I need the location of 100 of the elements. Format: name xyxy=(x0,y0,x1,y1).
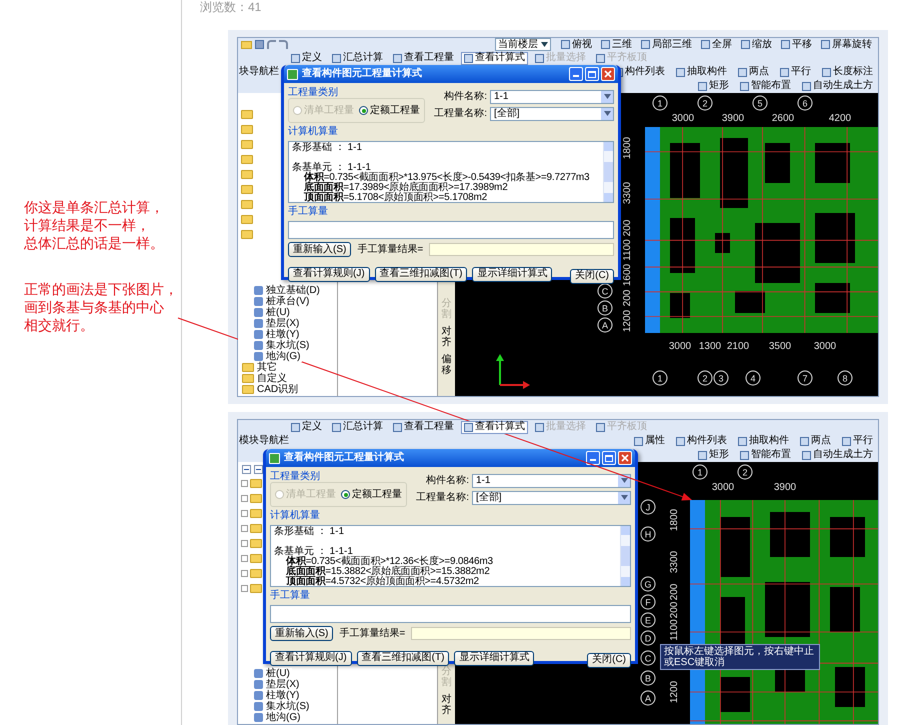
toolbar-button[interactable]: 矩形 xyxy=(695,80,732,92)
expand-icon[interactable] xyxy=(241,495,248,502)
toolbar-button[interactable]: 屏幕旋转 xyxy=(818,38,875,51)
expand-icon[interactable] xyxy=(241,540,248,547)
collapse-all-icon[interactable] xyxy=(254,464,263,474)
manual-input-field[interactable] xyxy=(270,605,631,623)
save-icon[interactable] xyxy=(255,40,264,49)
folder-icon xyxy=(241,140,253,149)
toolbar-button[interactable]: 长度标注 xyxy=(819,66,876,78)
toolbar-button[interactable]: 查看工程量 xyxy=(390,420,457,434)
formula-text-area[interactable]: 条形基础 ： 1-1 条基单元 ： 1-1-1 体积=0.735<截面面积>*12.36<长度>=9.0846m3 底面面积=15.3882<原始底面面积>=15.3882m2 顶面面积=4.5732<原始顶面面积>=4.5732m2 xyxy=(270,525,631,587)
square-icon xyxy=(698,450,707,460)
annotation-text: 正常的画法是下张图片， 画到条基与条基的中心 相交就行。 xyxy=(24,280,178,334)
square-icon xyxy=(464,54,473,62)
expand-icon[interactable] xyxy=(241,480,248,487)
toolbar-button[interactable]: 智能布置 xyxy=(737,448,794,462)
axis-marker: B xyxy=(640,670,656,686)
toolbar-button[interactable]: 抽取构件 xyxy=(735,434,792,448)
group-label: 工程量类别 xyxy=(270,471,321,482)
toolbar-button[interactable]: 局部三维 xyxy=(638,38,695,51)
formula-text-area[interactable]: 条形基础 ： 1-1 条基单元 ： 1-1-1 体积=0.735<截面面积>*13.975<长度>-0.5439<扣条基>=9.7277m3 底面面积=17.3989<原始底面面积>=17.3989m2 顶面面积=5.1708<原始顶面积>=5.1708m2 xyxy=(288,141,614,203)
square-icon xyxy=(535,54,544,62)
expand-all-icon[interactable] xyxy=(242,464,251,474)
close-dialog-button[interactable]: 关闭(C) xyxy=(587,652,631,668)
dropdown-field[interactable]: [全部] xyxy=(472,490,631,504)
axis-marker: A xyxy=(598,318,612,332)
tree-item[interactable]: 柱墩(Y) xyxy=(238,329,302,340)
dimension-label: 4200 xyxy=(828,113,852,124)
dropdown-field[interactable]: 1-1 xyxy=(472,474,631,488)
dimension-label: 200 xyxy=(669,602,680,618)
toolbar-button[interactable]: 汇总计算 xyxy=(329,420,386,434)
axis-marker: C xyxy=(598,284,612,298)
toolbar-button[interactable]: 查看工程量 xyxy=(390,52,457,64)
toolbar-button[interactable]: 抽取构件 xyxy=(673,66,730,78)
folder-icon[interactable] xyxy=(241,40,252,48)
toolbar-button[interactable]: 自动生成土方 xyxy=(799,448,876,462)
group-label: 工程量类别 xyxy=(288,87,339,98)
toolbar-button[interactable]: 俯视 xyxy=(558,38,595,51)
dialog-button[interactable]: 查看计算规则(J) xyxy=(288,266,370,282)
radio-option[interactable]: 定额工程量 xyxy=(341,490,402,500)
redo-icon[interactable] xyxy=(279,40,288,49)
axis-marker: J xyxy=(640,500,656,514)
folder-icon xyxy=(250,524,262,533)
floor-dropdown[interactable]: 当前楼层 xyxy=(495,38,551,51)
dimension-label: 200 xyxy=(622,220,633,236)
dialog-button[interactable]: 查看三维扣减图(T) xyxy=(356,650,450,666)
radio-option[interactable]: 定额工程量 xyxy=(359,106,420,116)
square-icon xyxy=(781,40,790,49)
toolbar-button[interactable]: 平行 xyxy=(839,434,876,448)
toolbar-button[interactable]: 查看计算式 xyxy=(461,420,528,434)
undo-icon[interactable] xyxy=(267,40,276,49)
folder-icon xyxy=(242,385,254,394)
toolbar-button[interactable]: 查看计算式 xyxy=(461,52,528,64)
dialog-button[interactable]: 显示详细计算式 xyxy=(472,266,552,282)
toolbar-button[interactable]: 全屏 xyxy=(698,38,735,51)
toolbar-button[interactable]: 自动生成土方 xyxy=(799,80,876,92)
dropdown-field[interactable]: [全部] xyxy=(490,106,614,120)
side-tool-button[interactable]: 对齐 xyxy=(442,326,452,348)
square-icon xyxy=(641,40,650,49)
folder-icon xyxy=(250,509,262,518)
square-icon xyxy=(738,68,747,76)
maximize-button[interactable] xyxy=(585,67,599,81)
close-button[interactable] xyxy=(618,451,632,465)
manual-input-field[interactable] xyxy=(288,221,614,239)
dialog-button[interactable]: 显示详细计算式 xyxy=(454,650,534,666)
expand-icon[interactable] xyxy=(241,510,248,517)
close-dialog-button[interactable]: 关闭(C) xyxy=(570,268,614,284)
toolbar-button[interactable]: 汇总计算 xyxy=(329,52,386,64)
reenter-button[interactable]: 重新输入(S) xyxy=(270,626,334,641)
minimize-button[interactable] xyxy=(586,451,600,465)
dialog-button[interactable]: 查看三维扣减图(T) xyxy=(374,266,468,282)
toolbar-button[interactable]: 三维 xyxy=(598,38,635,51)
scrollbar[interactable] xyxy=(620,526,630,586)
caret-icon xyxy=(541,42,548,47)
panel-title: 块导航栏 xyxy=(238,67,279,77)
tree-item[interactable]: 集水坑(S) xyxy=(238,340,312,351)
expand-icon[interactable] xyxy=(241,555,248,562)
side-tool-button[interactable]: 对齐 xyxy=(442,694,452,716)
expand-icon[interactable] xyxy=(241,525,248,532)
toolbar-button[interactable]: 矩形 xyxy=(695,448,732,462)
expand-icon[interactable] xyxy=(241,585,248,592)
maximize-button[interactable] xyxy=(602,451,616,465)
group-label: 计算机算量 xyxy=(270,510,321,522)
toolbar-button[interactable]: 平行 xyxy=(777,66,814,78)
folder-icon xyxy=(250,569,262,578)
folder-icon xyxy=(241,110,253,119)
dropdown-field[interactable]: 1-1 xyxy=(490,90,614,104)
minimize-button[interactable] xyxy=(569,67,583,81)
expand-icon[interactable] xyxy=(241,570,248,577)
dialog-button[interactable]: 查看计算规则(J) xyxy=(270,650,352,666)
close-button[interactable] xyxy=(601,67,615,81)
toolbar-button[interactable]: 缩放 xyxy=(738,38,775,51)
side-tool-button[interactable]: 偏移 xyxy=(442,354,452,376)
result-field[interactable] xyxy=(411,627,631,640)
toolbar-button[interactable]: 属性 xyxy=(631,434,668,448)
reenter-button[interactable]: 重新输入(S) xyxy=(288,242,352,257)
result-field[interactable] xyxy=(429,243,614,256)
scrollbar[interactable] xyxy=(603,142,613,202)
toolbar-button[interactable]: 智能布置 xyxy=(737,80,794,92)
group-label: 计算机算量 xyxy=(288,126,339,138)
